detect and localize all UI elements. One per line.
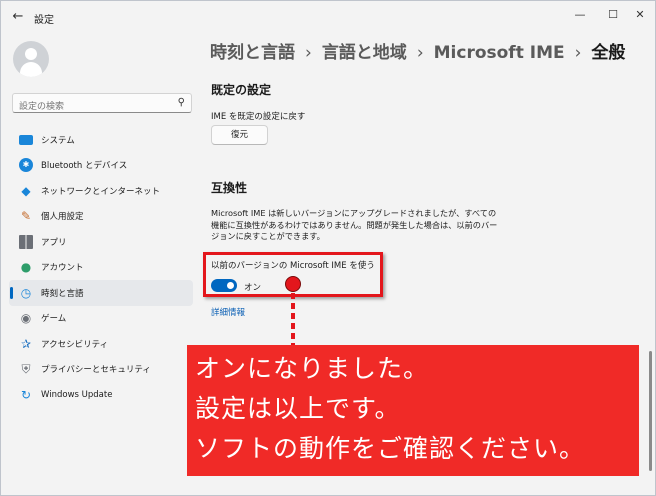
brush-icon: ✎ bbox=[20, 209, 32, 224]
back-arrow-icon[interactable]: ← bbox=[9, 8, 27, 26]
sidebar-item-label: アカウント bbox=[41, 263, 84, 274]
sidebar-item-gaming[interactable]: ◉ ゲーム bbox=[9, 306, 193, 332]
sidebar-item-label: Windows Update bbox=[41, 389, 113, 400]
callout-line: 設定は以上です。 bbox=[195, 394, 401, 423]
wifi-icon: ◆ bbox=[21, 183, 31, 198]
callout-line: ソフトの動作をご確認ください。 bbox=[195, 434, 586, 463]
sidebar-item-accounts[interactable]: ● アカウント bbox=[9, 255, 193, 281]
default-settings-heading: 既定の設定 bbox=[211, 83, 272, 97]
learn-more-link[interactable]: 詳細情報 bbox=[211, 306, 245, 318]
sidebar-item-time-language[interactable]: ◷ 時刻と言語 bbox=[9, 280, 193, 306]
breadcrumb-item-time-language[interactable]: 時刻と言語 bbox=[210, 43, 295, 63]
time-language-icon: ◷ bbox=[20, 285, 32, 300]
sidebar-item-label: ゲーム bbox=[41, 314, 67, 325]
sidebar-item-label: アクセシビリティ bbox=[41, 339, 109, 350]
compatibility-heading: 互換性 bbox=[211, 181, 248, 195]
sidebar-item-label: アプリ bbox=[41, 237, 67, 248]
sidebar-item-system[interactable]: システム bbox=[9, 127, 193, 153]
pointer-line bbox=[291, 293, 295, 345]
pointer-dot bbox=[285, 276, 301, 292]
account-icon: ● bbox=[20, 260, 32, 275]
breadcrumb: 時刻と言語 › 言語と地域 › Microsoft IME › 全般 bbox=[210, 38, 625, 63]
page-title: 全般 bbox=[591, 43, 626, 63]
sidebar-item-label: ネットワークとインターネット bbox=[41, 186, 161, 197]
avatar[interactable] bbox=[13, 41, 49, 77]
title-bar: ← 設定 — ☐ ✕ bbox=[1, 1, 655, 33]
breadcrumb-item-language-region[interactable]: 言語と地域 bbox=[322, 43, 407, 63]
sidebar-item-label: 時刻と言語 bbox=[41, 288, 84, 299]
gamepad-icon: ◉ bbox=[20, 311, 32, 326]
settings-window: ← 設定 — ☐ ✕ ⚲ システム ✱ Bluetooth とデバイス ◆ ネッ… bbox=[0, 0, 656, 496]
shield-icon: ⛨ bbox=[21, 362, 31, 377]
sidebar-item-personalization[interactable]: ✎ 個人用設定 bbox=[9, 204, 193, 230]
breadcrumb-item-microsoft-ime[interactable]: Microsoft IME bbox=[434, 43, 565, 63]
reset-ime-label: IME を既定の設定に戻す bbox=[211, 112, 306, 122]
sidebar-item-label: 個人用設定 bbox=[41, 212, 84, 223]
scrollbar[interactable] bbox=[649, 351, 652, 471]
search-icon[interactable]: ⚲ bbox=[178, 97, 185, 108]
sidebar-item-windows-update[interactable]: ↻ Windows Update bbox=[9, 382, 193, 408]
sidebar-item-label: システム bbox=[41, 135, 75, 146]
sidebar-item-network[interactable]: ◆ ネットワークとインターネット bbox=[9, 178, 193, 204]
sidebar-nav: システム ✱ Bluetooth とデバイス ◆ ネットワークとインターネット … bbox=[9, 127, 193, 408]
avatar-head-shape bbox=[25, 48, 37, 60]
maximize-button[interactable]: ☐ bbox=[598, 5, 628, 25]
breadcrumb-separator: › bbox=[574, 43, 582, 63]
compatibility-description: Microsoft IME は新しいバージョンにアップグレードされましたが、すべ… bbox=[211, 208, 498, 241]
sidebar-item-label: プライバシーとセキュリティ bbox=[41, 365, 151, 376]
sidebar-item-accessibility[interactable]: ✰ アクセシビリティ bbox=[9, 331, 193, 357]
breadcrumb-separator: › bbox=[416, 43, 424, 63]
sidebar-item-apps[interactable]: アプリ bbox=[9, 229, 193, 255]
system-icon bbox=[19, 134, 33, 145]
restore-button[interactable]: 復元 bbox=[211, 125, 268, 145]
update-icon: ↻ bbox=[20, 387, 32, 402]
bluetooth-icon: ✱ bbox=[19, 158, 33, 173]
app-title: 設定 bbox=[34, 15, 54, 26]
sidebar-item-bluetooth[interactable]: ✱ Bluetooth とデバイス bbox=[9, 153, 193, 179]
annotation-callout: オンになりました。 設定は以上です。 ソフトの動作をご確認ください。 bbox=[187, 345, 639, 476]
breadcrumb-separator: › bbox=[305, 43, 312, 63]
apps-icon bbox=[19, 234, 33, 249]
search-box[interactable]: ⚲ bbox=[12, 93, 192, 116]
callout-line: オンになりました。 bbox=[195, 354, 430, 383]
sidebar-item-label: Bluetooth とデバイス bbox=[41, 161, 128, 172]
avatar-body-shape bbox=[20, 62, 42, 77]
close-button[interactable]: ✕ bbox=[625, 5, 655, 25]
accessibility-icon: ✰ bbox=[20, 336, 32, 351]
sidebar-item-privacy[interactable]: ⛨ プライバシーとセキュリティ bbox=[9, 357, 193, 383]
minimize-button[interactable]: — bbox=[565, 5, 595, 25]
search-input[interactable] bbox=[19, 98, 169, 116]
